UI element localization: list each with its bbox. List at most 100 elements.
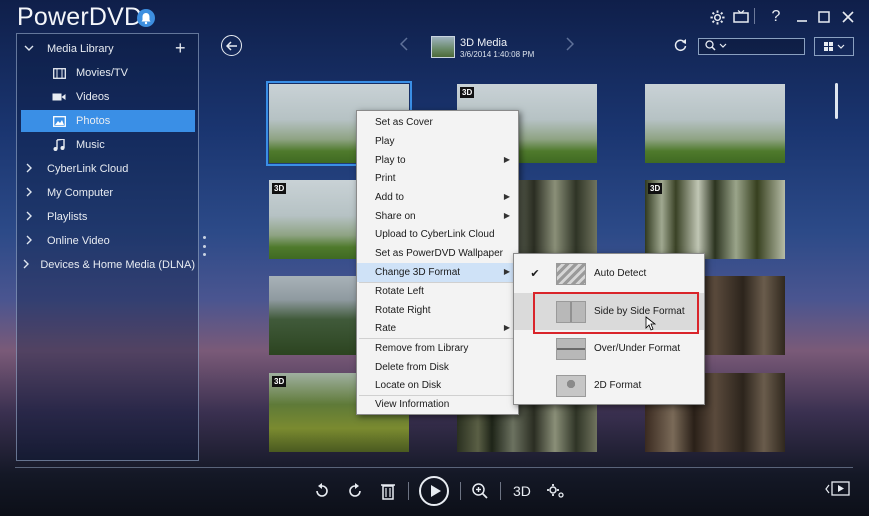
scrollbar[interactable] xyxy=(835,83,838,119)
mini-player-icon[interactable] xyxy=(825,481,851,500)
menu-item-label: Remove from Library xyxy=(375,343,469,354)
submenu-arrow-icon: ▶ xyxy=(503,192,510,201)
menu-item-rate[interactable]: Rate ▶ xyxy=(357,319,518,338)
menu-item-label: Rotate Left xyxy=(375,286,424,297)
menu-item-label: Delete from Disk xyxy=(375,362,449,373)
submenu-item-auto-detect[interactable]: ✔ Auto Detect xyxy=(514,255,704,292)
photo-thumbnail[interactable] xyxy=(645,84,785,163)
menu-item-upload-cloud[interactable]: Upload to CyberLink Cloud xyxy=(357,225,518,244)
zoom-in-icon[interactable] xyxy=(471,480,489,502)
add-library-button[interactable]: + xyxy=(175,39,186,57)
rotate-left-icon[interactable] xyxy=(313,480,331,502)
menu-item-set-wallpaper[interactable]: Set as PowerDVD Wallpaper xyxy=(357,244,518,263)
sidebar-item-movies-tv[interactable]: Movies/TV xyxy=(21,62,195,84)
back-button[interactable] xyxy=(221,35,242,56)
grid-view-icon xyxy=(823,42,833,51)
sidebar-item-devices-home-media[interactable]: Devices & Home Media (DLNA) xyxy=(21,254,195,276)
menu-item-label: Add to xyxy=(375,192,404,203)
sidebar-item-cyberlink-cloud[interactable]: CyberLink Cloud xyxy=(21,158,195,180)
settings-gears-icon[interactable] xyxy=(546,480,566,502)
menu-item-print[interactable]: Print xyxy=(357,169,518,188)
sidebar-item-label: CyberLink Cloud xyxy=(47,163,129,175)
tv-mode-icon[interactable] xyxy=(730,6,752,28)
menu-item-change-3d-format[interactable]: Change 3D Format ▶ xyxy=(357,263,518,282)
submenu-item-label: 2D Format xyxy=(594,380,642,391)
view-mode-button[interactable] xyxy=(814,37,854,56)
sidebar-item-photos[interactable]: Photos xyxy=(21,110,195,132)
menu-item-play[interactable]: Play xyxy=(357,132,518,151)
menu-item-set-as-cover[interactable]: Set as Cover xyxy=(357,113,518,132)
menu-item-label: Play xyxy=(375,136,395,147)
chevron-right-icon xyxy=(21,235,37,248)
3d-badge: 3D xyxy=(460,87,475,98)
notification-bell-icon[interactable] xyxy=(137,9,155,27)
chevron-right-icon xyxy=(21,187,37,200)
rotate-right-icon[interactable] xyxy=(346,480,364,502)
bottom-divider xyxy=(15,467,853,468)
titlebar-divider xyxy=(754,8,755,24)
mouse-cursor-icon xyxy=(645,316,657,334)
submenu-arrow-icon: ▶ xyxy=(503,155,510,164)
sidebar-item-my-computer[interactable]: My Computer xyxy=(21,182,195,204)
chevron-down-icon[interactable] xyxy=(719,41,727,52)
sidebar-item-videos[interactable]: Videos xyxy=(21,86,195,108)
menu-item-play-to[interactable]: Play to ▶ xyxy=(357,151,518,170)
trash-icon[interactable] xyxy=(380,480,396,502)
sidebar-resize-handle[interactable] xyxy=(202,236,206,256)
sidebar-item-label: Videos xyxy=(76,91,110,103)
toolbar-divider xyxy=(408,482,409,500)
sidebar-item-label: Playlists xyxy=(47,211,88,223)
submenu-item-2d-format[interactable]: 2D Format xyxy=(514,367,704,404)
play-button[interactable] xyxy=(419,476,449,506)
sidebar-item-label: My Computer xyxy=(47,187,114,199)
photo-thumbnail[interactable]: 3D xyxy=(645,180,785,259)
toolbar-divider xyxy=(500,482,501,500)
menu-item-add-to[interactable]: Add to ▶ xyxy=(357,188,518,207)
submenu-item-over-under[interactable]: Over/Under Format xyxy=(514,330,704,367)
menu-item-rotate-right[interactable]: Rotate Right xyxy=(357,301,518,320)
3d-toggle-button[interactable]: 3D xyxy=(513,480,531,502)
maximize-button[interactable] xyxy=(813,6,835,28)
music-note-icon xyxy=(51,139,67,151)
menu-item-locate-on-disk[interactable]: Locate on Disk xyxy=(357,376,518,395)
menu-item-share-on[interactable]: Share on ▶ xyxy=(357,207,518,226)
submenu-arrow-icon: ▶ xyxy=(503,211,510,220)
menu-item-label: Rotate Right xyxy=(375,305,431,316)
selection-highlight-box xyxy=(533,292,699,334)
media-date: 3/6/2014 1:40:08 PM xyxy=(460,50,535,59)
refresh-icon[interactable] xyxy=(673,38,687,55)
photo-icon xyxy=(51,115,67,127)
submenu-item-label: Auto Detect xyxy=(594,268,647,279)
context-menu: Set as Cover Play Play to ▶ Print Add to ▶… xyxy=(356,110,519,415)
sidebar-item-playlists[interactable]: Playlists xyxy=(21,206,195,228)
previous-arrow-icon[interactable] xyxy=(399,37,408,54)
sidebar-item-label: Photos xyxy=(76,115,111,127)
sidebar-item-music[interactable]: Music xyxy=(21,134,195,156)
checkmark-icon: ✔ xyxy=(530,268,540,280)
sidebar-item-media-library[interactable]: Media Library xyxy=(21,38,195,60)
settings-gear-icon[interactable] xyxy=(706,6,728,28)
film-icon xyxy=(51,67,67,79)
menu-item-remove-from-library[interactable]: Remove from Library xyxy=(357,339,518,358)
minimize-button[interactable] xyxy=(791,6,813,28)
sidebar: Media Library Movies/TV Videos Photos Mu… xyxy=(16,33,199,461)
media-thumbnail xyxy=(431,36,455,58)
app-title: PowerDVD xyxy=(17,3,143,31)
menu-item-rotate-left[interactable]: Rotate Left xyxy=(357,282,518,301)
media-title: 3D Media xyxy=(460,37,508,49)
menu-item-delete-from-disk[interactable]: Delete from Disk xyxy=(357,358,518,377)
menu-item-label: Set as Cover xyxy=(375,117,433,128)
over-under-format-icon xyxy=(556,337,586,360)
search-input[interactable] xyxy=(698,38,805,55)
next-arrow-icon[interactable] xyxy=(566,37,575,54)
menu-item-view-information[interactable]: View Information xyxy=(357,395,518,414)
3d-badge: 3D xyxy=(272,376,287,387)
help-button[interactable]: ? xyxy=(765,6,787,28)
sidebar-item-online-video[interactable]: Online Video xyxy=(21,230,195,252)
title-bar: PowerDVD ? xyxy=(0,0,869,34)
menu-item-label: Locate on Disk xyxy=(375,380,442,391)
video-camera-icon xyxy=(51,92,67,102)
close-button[interactable] xyxy=(837,6,859,28)
search-icon xyxy=(705,39,717,54)
auto-detect-format-icon xyxy=(556,262,586,285)
